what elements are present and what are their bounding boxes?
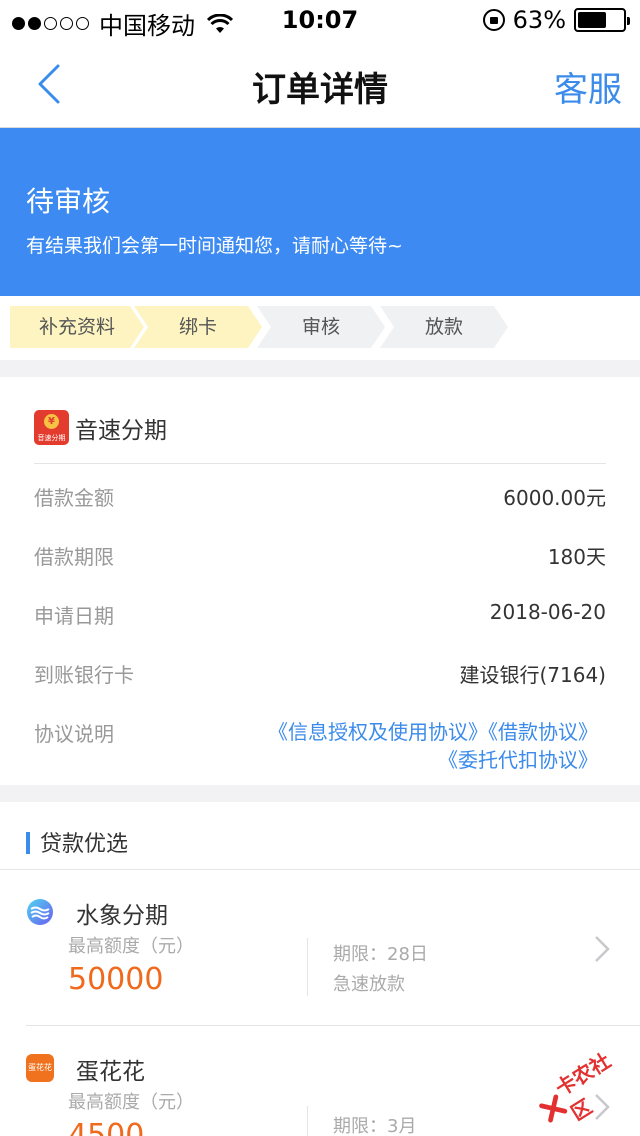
order-detail-card: ¥ 音速分期 音速分期 借款金额 6000.00元 借款期限 180天 申请日期…	[0, 377, 640, 785]
agreement-links: 《信息授权及使用协议》《借款协议》 《委托代扣协议》	[268, 718, 598, 774]
step-review: 审核	[257, 306, 385, 348]
divider	[34, 463, 606, 464]
product-logo: ¥ 音速分期	[34, 410, 69, 445]
agreement-link-line2[interactable]: 《委托代扣协议》	[268, 746, 598, 774]
divider	[26, 1025, 640, 1026]
loan-name: 蛋花花	[76, 1059, 145, 1085]
customer-service-button[interactable]: 客服	[554, 62, 622, 111]
agreements-row: 协议说明 《信息授权及使用协议》《借款协议》 《委托代扣协议》	[34, 718, 598, 774]
step-label: 绑卡	[178, 316, 217, 338]
step-disburse: 放款	[380, 306, 508, 348]
limit-label: 最高额度（元）	[68, 936, 194, 957]
coin-icon: ¥	[44, 414, 59, 429]
loan-feature: 急速放款	[333, 974, 405, 995]
product-name: 音速分期	[75, 417, 167, 444]
product-header: ¥ 音速分期 音速分期	[34, 410, 167, 445]
battery-icon	[574, 8, 630, 32]
loan-item[interactable]: 水象分期 最高额度（元） 50000 期限：28日 急速放款	[0, 872, 640, 1028]
danhuahua-logo: 蛋花花	[26, 1054, 54, 1082]
status-banner: 待审核 有结果我们会第一时间通知您，请耐心等待~	[0, 128, 640, 296]
step-label: 审核	[301, 316, 340, 338]
step-bind-card: 绑卡	[134, 306, 262, 348]
page-title: 订单详情	[252, 70, 388, 110]
loan-name: 水象分期	[76, 903, 168, 929]
step-supplement-info: 补充资料	[10, 306, 144, 348]
progress-steps: 补充资料 绑卡 审核 放款	[0, 296, 640, 360]
agreement-link-line1[interactable]: 《信息授权及使用协议》《借款协议》	[268, 718, 598, 746]
step-label: 放款	[424, 316, 463, 338]
water-wave-icon	[27, 899, 53, 925]
section-title: 贷款优选	[40, 832, 129, 857]
order-status: 待审核	[26, 185, 111, 218]
max-amount: 50000	[68, 962, 164, 997]
battery-percent: 63%	[512, 6, 566, 34]
loan-term: 期限：28日	[333, 944, 428, 965]
section-accent-bar	[26, 832, 30, 854]
orientation-lock-icon	[482, 9, 505, 31]
status-description: 有结果我们会第一时间通知您，请耐心等待~	[26, 235, 403, 257]
chevron-right-icon	[595, 936, 610, 962]
status-bar: 中国移动 10:07 63%	[0, 0, 640, 40]
max-amount: 4500	[68, 1118, 145, 1136]
nav-bar: 订单详情 客服	[0, 40, 640, 128]
divider	[307, 1106, 308, 1136]
limit-label: 最高额度（元）	[68, 1092, 194, 1113]
divider	[307, 938, 308, 996]
section-header: 贷款优选	[0, 802, 640, 870]
loan-term: 期限：3月	[333, 1116, 417, 1136]
step-label: 补充资料	[38, 316, 115, 338]
